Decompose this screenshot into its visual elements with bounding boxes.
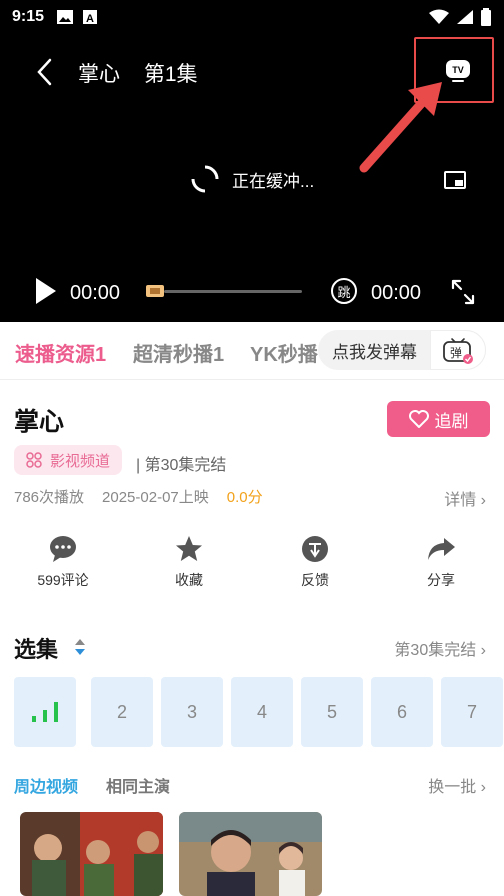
poster-image bbox=[20, 812, 163, 896]
source-tab[interactable]: 超清秒播1 bbox=[133, 338, 224, 367]
danmu-tv-icon: 弹 bbox=[443, 338, 473, 364]
annotation-arrow bbox=[359, 82, 442, 173]
wifi-icon bbox=[429, 9, 449, 24]
back-arrow-icon[interactable] bbox=[30, 56, 62, 88]
end-time: 00:00 bbox=[371, 282, 422, 304]
current-time: 00:00 bbox=[70, 282, 121, 304]
episode-item[interactable]: 6 bbox=[371, 677, 433, 747]
tab-related-videos[interactable]: 周边视频 bbox=[14, 773, 78, 797]
player-controls: 00:00 跳 00:00 bbox=[0, 272, 504, 312]
related-video-thumbnail[interactable] bbox=[20, 812, 163, 896]
buffering-indicator: 正在缓冲... bbox=[190, 164, 314, 194]
feedback-button[interactable]: 反馈 bbox=[265, 534, 365, 590]
action-row: 599评论 收藏 反馈 分享 bbox=[0, 534, 504, 594]
detail-link[interactable]: 详情 › bbox=[444, 486, 486, 510]
action-label: 收藏 bbox=[175, 572, 203, 588]
feedback-icon bbox=[302, 536, 328, 562]
svg-text:弹: 弹 bbox=[450, 346, 462, 360]
share-button[interactable]: 分享 bbox=[391, 534, 491, 590]
sort-icon[interactable] bbox=[74, 636, 86, 658]
danmu-toggle-button[interactable]: 弹 bbox=[430, 330, 486, 370]
release-date: 2025-02-07上映 bbox=[102, 489, 209, 506]
text-a-icon: A bbox=[83, 10, 98, 25]
player-title: 掌心 第1集 bbox=[78, 58, 216, 88]
source-tab[interactable]: YK秒播 bbox=[250, 338, 318, 367]
battery-icon bbox=[481, 8, 491, 26]
share-icon bbox=[428, 538, 455, 560]
episodes-heading: 选集 bbox=[14, 637, 59, 662]
danmu-input[interactable]: 点我发弹幕 弹 bbox=[318, 330, 486, 370]
episode-list: 2 3 4 5 6 7 bbox=[14, 677, 504, 747]
episode-item[interactable]: 5 bbox=[301, 677, 363, 747]
episode-item[interactable]: 4 bbox=[231, 677, 293, 747]
favorite-button[interactable]: 收藏 bbox=[139, 534, 239, 590]
episode-item[interactable]: 2 bbox=[91, 677, 153, 747]
play-count: 786次播放 bbox=[14, 489, 85, 506]
video-player[interactable]: 9:15 A 掌心 第1集 TV 正在缓冲... 00:00 跳 00:00 bbox=[0, 0, 504, 322]
follow-label: 追剧 bbox=[434, 411, 469, 431]
status-bar: 9:15 A bbox=[0, 0, 504, 34]
action-label: 反馈 bbox=[301, 572, 329, 588]
buffering-text: 正在缓冲... bbox=[232, 171, 315, 191]
episode-item-playing[interactable] bbox=[14, 677, 76, 747]
action-label: 分享 bbox=[427, 572, 455, 588]
show-meta: 786次播放 2025-02-07上映 0.0分 bbox=[14, 486, 263, 507]
signal-icon bbox=[457, 10, 473, 24]
related-video-thumbnail[interactable] bbox=[179, 812, 322, 896]
channel-badge[interactable]: 影视频道 bbox=[14, 445, 123, 475]
picture-in-picture-icon[interactable] bbox=[444, 170, 468, 192]
related-tabs: 周边视频 相同主演 bbox=[14, 773, 170, 797]
small-tv-icon bbox=[146, 285, 164, 297]
comment-icon bbox=[50, 536, 76, 562]
score: 0.0分 bbox=[226, 489, 263, 506]
refresh-link[interactable]: 换一批 › bbox=[428, 773, 486, 797]
image-icon bbox=[57, 10, 74, 24]
heart-icon bbox=[408, 410, 429, 428]
playing-bars-icon bbox=[32, 702, 58, 722]
action-label: 599评论 bbox=[37, 572, 89, 588]
episodes-status[interactable]: 第30集完结 › bbox=[394, 636, 486, 660]
player-episode: 第1集 bbox=[143, 63, 198, 86]
skip-button[interactable]: 跳 bbox=[331, 278, 357, 304]
grid-icon bbox=[26, 452, 42, 468]
channel-label: 影视频道 bbox=[50, 452, 111, 470]
status-time: 9:15 bbox=[12, 8, 45, 25]
poster-image bbox=[179, 812, 322, 896]
player-show-title: 掌心 bbox=[78, 63, 120, 86]
play-icon[interactable] bbox=[34, 276, 58, 306]
show-title: 掌心 bbox=[14, 408, 65, 436]
star-icon bbox=[176, 536, 202, 561]
episode-item[interactable]: 7 bbox=[441, 677, 503, 747]
danmu-placeholder: 点我发弹幕 bbox=[332, 342, 417, 362]
source-tab[interactable]: 速播资源1 bbox=[15, 338, 106, 367]
episode-item[interactable]: 3 bbox=[161, 677, 223, 747]
svg-text:A: A bbox=[86, 13, 94, 25]
source-tab-bar: 速播资源1 超清秒播1 YK秒播 点我发弹幕 弹 bbox=[0, 322, 504, 380]
tab-same-cast[interactable]: 相同主演 bbox=[106, 773, 170, 797]
fullscreen-icon[interactable] bbox=[450, 278, 476, 306]
follow-button[interactable]: 追剧 bbox=[387, 401, 490, 437]
progress-track[interactable] bbox=[164, 290, 302, 293]
loading-spinner-icon bbox=[191, 165, 219, 193]
episode-status: | 第30集完结 bbox=[136, 457, 227, 474]
comment-button[interactable]: 599评论 bbox=[13, 534, 113, 590]
